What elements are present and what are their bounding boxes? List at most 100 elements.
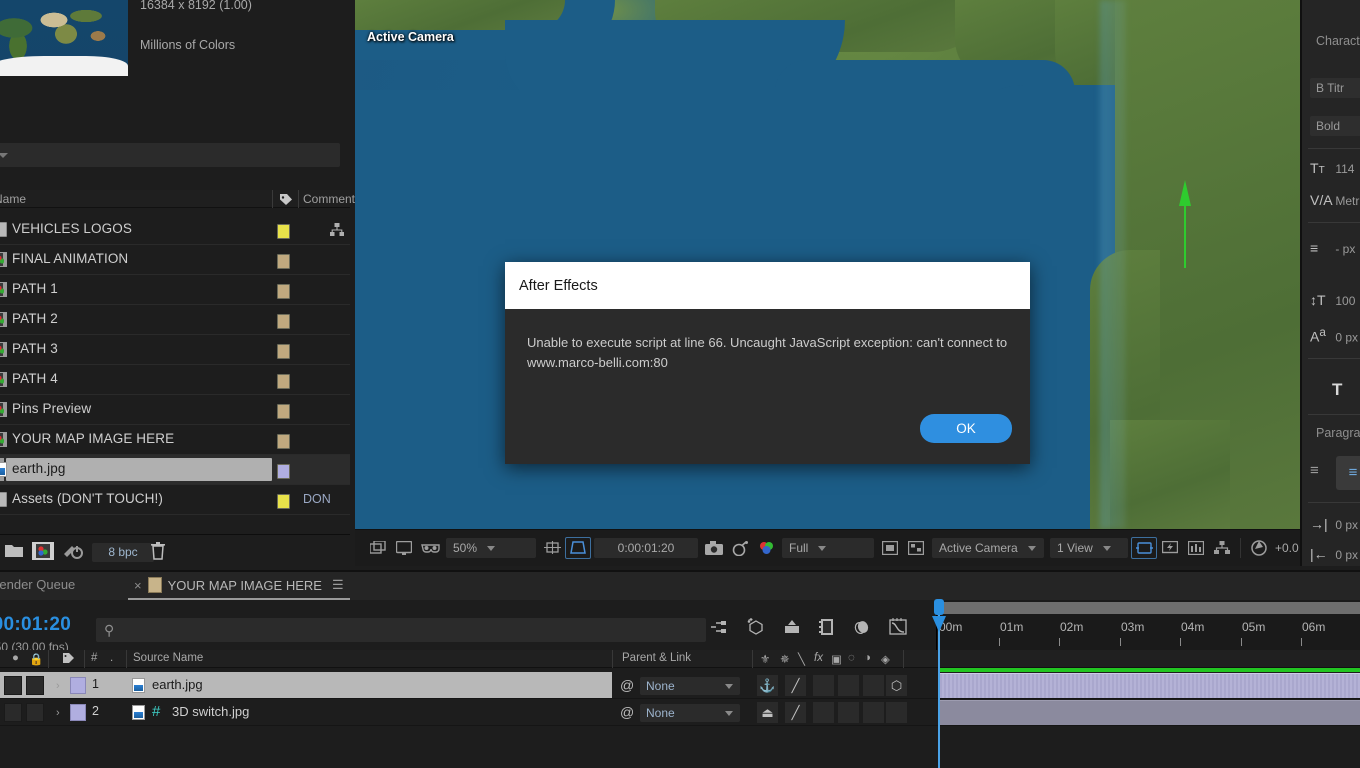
project-item-row[interactable]: Assets (DON'T TOUCH!) DON [0,485,350,515]
audio-icon[interactable]: ● [12,652,19,664]
column-header-number[interactable]: # [91,652,97,664]
pixel-aspect-ratio-correction-icon[interactable] [1131,537,1157,559]
work-area-bar[interactable] [937,602,1360,614]
anchor-point-switch[interactable]: ⏏ [757,702,778,723]
view-layout-dropdown[interactable]: 1 View [1050,538,1128,558]
label-color-icon[interactable] [62,652,75,667]
effects-fx-icon[interactable]: fx [814,652,823,664]
exposure-value[interactable]: +0.0 [1275,541,1299,555]
composition-mini-flowchart-icon[interactable] [710,619,728,639]
layer-twirl-icon[interactable]: › [56,707,60,719]
anchor-point-switch[interactable]: ⚓ [757,675,778,696]
pick-whip-icon[interactable]: @ [620,704,634,720]
parent-dropdown[interactable]: None [640,677,740,695]
baseline-shift-row[interactable]: Aa 0 px [1310,326,1358,345]
sun-icon[interactable]: ✵ [780,652,790,666]
mask-and-shape-path-visibility-icon[interactable] [565,537,591,559]
layer-twirl-icon[interactable]: › [56,680,60,692]
show-channel-icon[interactable] [753,537,779,559]
paragraph-align-left-icon[interactable]: ≡ [1310,462,1319,479]
label-color-swatch[interactable] [277,224,290,239]
region-icon[interactable] [877,537,903,559]
graph-editor-icon[interactable] [889,618,907,639]
effects-switch[interactable] [813,702,834,723]
column-header-source-name[interactable]: Source Name [133,652,203,664]
frame-blend-switch[interactable] [838,675,859,696]
bit-depth-button[interactable]: 8 bpc [92,543,154,562]
stereo-3d-glasses-icon[interactable] [417,537,443,559]
project-item-row[interactable]: PATH 3 [0,335,350,365]
timeline-current-time[interactable]: :00:01:20 [0,614,71,636]
project-item-row[interactable]: Pins Preview [0,395,350,425]
label-color-swatch[interactable] [277,434,290,449]
tab-render-queue[interactable]: Render Queue [0,577,75,592]
frame-blend-icon[interactable]: ▣ [831,652,842,666]
current-time-field[interactable]: 0:00:01:20 [594,538,698,558]
show-snapshot-icon[interactable] [727,537,753,559]
camera-view-dropdown[interactable]: Active Camera [932,538,1044,558]
main-viewer-icon[interactable] [391,537,417,559]
audio-toggle[interactable] [26,703,44,722]
font-style-dropdown[interactable]: Bold [1310,116,1360,136]
label-color-swatch[interactable] [277,404,290,419]
timeline-icon[interactable] [1183,537,1209,559]
project-item-row[interactable]: PATH 2 [0,305,350,335]
font-family-dropdown[interactable]: B Titr [1310,78,1360,98]
transparency-grid-icon[interactable] [903,537,929,559]
timeline-playhead[interactable] [932,599,946,768]
label-color-swatch[interactable] [277,464,290,479]
timeline-ruler[interactable]: 00m01m02m03m04m05m06m07 [936,600,1360,650]
label-color-swatch[interactable] [277,314,290,329]
label-color-swatch[interactable] [277,254,290,269]
hide-shy-layers-icon[interactable] [783,619,801,639]
fill-and-stroke-icon[interactable]: T [1332,380,1342,400]
layer-label-color[interactable] [70,704,86,721]
fast-previews-icon[interactable] [1157,537,1183,559]
3d-layer-switch[interactable] [886,702,907,723]
reset-exposure-icon[interactable] [1246,537,1272,559]
project-item-row[interactable]: YOUR MAP IMAGE HERE [0,425,350,455]
video-visibility-toggle[interactable] [4,676,22,695]
layer-duration-bar[interactable] [940,673,1360,698]
motion-blur-icon[interactable]: ◌ [848,652,855,664]
paragraph-align-center-icon[interactable]: ≡ [1336,456,1360,490]
parent-dropdown[interactable]: None [640,704,740,722]
new-folder-icon[interactable] [4,542,24,562]
leading-row[interactable]: ↕T 100 [1310,292,1355,308]
close-icon[interactable]: × [134,578,142,593]
take-snapshot-icon[interactable] [701,537,727,559]
project-search-input[interactable] [0,143,340,167]
timeline-layer-row[interactable]: › 1 earth.jpg @ None ⚓ ╱ ⬡ [0,672,1360,699]
layer-label-color[interactable] [70,677,86,694]
effects-switch[interactable] [813,675,834,696]
flowchart-icon[interactable] [330,223,344,237]
always-preview-this-view-icon[interactable] [365,537,391,559]
kerning-row[interactable]: V/A Metrics [1310,192,1360,208]
lock-icon[interactable]: 🔒 [29,652,43,666]
project-item-row[interactable]: PATH 1 [0,275,350,305]
tag-icon[interactable] [279,193,293,209]
comp-flowchart-icon[interactable] [1209,537,1235,559]
project-item-row[interactable]: earth.jpg [0,455,350,485]
project-item-row[interactable]: PATH 4 [0,365,350,395]
3d-axis-arrow-icon[interactable] [1179,180,1191,268]
magnification-dropdown[interactable]: 50% [446,538,536,558]
new-composition-icon[interactable] [32,542,54,563]
quality-icon[interactable]: ╲ [798,652,805,666]
column-header-comment[interactable]: Comment [303,192,355,206]
ok-button[interactable]: OK [920,414,1012,443]
audio-toggle[interactable] [26,676,44,695]
3d-layer-icon[interactable]: ◈ [881,652,890,666]
project-item-row[interactable]: FINAL ANIMATION [0,245,350,275]
stroke-row[interactable]: ≡ - px [1310,240,1355,256]
draft-3d-icon[interactable] [746,618,765,639]
adjustment-layer-icon[interactable]: ◑ [864,652,871,664]
timeline-layer-row[interactable]: › 2 #3D switch.jpg @ None ⏏ ╱ [0,699,1360,726]
quality-switch[interactable]: ╱ [785,675,806,696]
anchor-point-icon[interactable]: ⚜ [760,652,770,666]
resolution-dropdown[interactable]: Full [782,538,874,558]
trash-icon[interactable] [150,542,166,563]
label-color-swatch[interactable] [277,374,290,389]
indent-right-row[interactable]: |← 0 px [1310,546,1358,562]
tab-your-map-image-here[interactable]: × YOUR MAP IMAGE HERE ☰ [128,572,350,600]
